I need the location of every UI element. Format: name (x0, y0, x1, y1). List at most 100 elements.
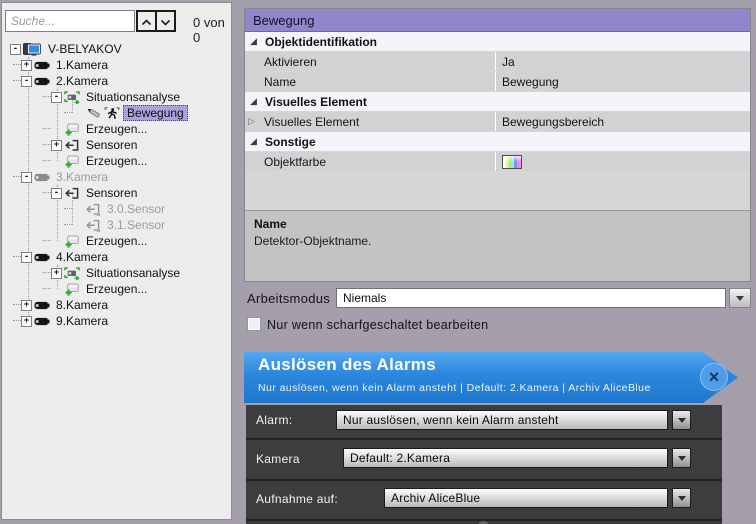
expander-minus[interactable]: - (51, 188, 62, 199)
category-sonstige[interactable]: ◢ Sonstige (245, 132, 750, 151)
armed-checkbox-label: Nur wenn scharfgeschaltet bearbeiten (267, 318, 488, 332)
search-prev-button[interactable] (136, 10, 157, 32)
tree-item-erzeugen-sensor-3[interactable]: Erzeugen... (2, 233, 231, 249)
kamera-dropdown-button[interactable] (672, 448, 691, 468)
property-value-aktivieren[interactable]: Ja (496, 52, 750, 71)
property-row-name[interactable]: Name Bewegung (245, 72, 750, 91)
dropdown-arrow-icon (736, 296, 744, 305)
sensor-red-dot-icon (85, 203, 101, 216)
create-plus-icon (64, 123, 80, 136)
camera-icon (34, 59, 50, 72)
camera-icon (34, 299, 50, 312)
tree-item-erzeugen-sensor-2[interactable]: Erzeugen... (2, 153, 231, 169)
alarm-banner-title: Auslösen des Alarms (258, 355, 436, 375)
property-description: Name Detektor-Objektname. (245, 210, 750, 281)
runner-icon (104, 107, 120, 120)
alarm-dropdown-button[interactable] (672, 410, 691, 430)
expander-minus[interactable]: - (10, 44, 21, 55)
tree-panel: 0 von 0 - V-BELYAKOV + 1.Kamera (1, 2, 232, 520)
expander-minus[interactable]: - (21, 252, 32, 263)
camera-icon (34, 251, 50, 264)
camera-icon (34, 171, 50, 184)
row-expand-icon[interactable]: ▷ (245, 117, 264, 127)
sensor-icon (64, 187, 80, 200)
tree-item-9-kamera[interactable]: + 9.Kamera (2, 313, 231, 329)
armed-checkbox[interactable] (247, 317, 261, 331)
aufnahme-row: Aufnahme auf: Archiv AliceBlue (246, 481, 722, 519)
search-next-button[interactable] (155, 10, 176, 32)
tree-item-2-kamera[interactable]: - 2.Kamera (2, 73, 231, 89)
tree-item-1-kamera[interactable]: + 1.Kamera (2, 57, 231, 73)
computer-icon (23, 43, 42, 56)
create-plus-icon (64, 235, 80, 248)
tree-item-3-0-sensor[interactable]: 3.0.Sensor (2, 201, 231, 217)
dropdown-arrow-icon (678, 456, 686, 465)
aufnahme-select[interactable]: Archiv AliceBlue (384, 488, 668, 508)
create-plus-icon (64, 155, 80, 168)
aufnahme-label: Aufnahme auf: (256, 492, 338, 506)
tree-item-3-kamera[interactable]: - 3.Kamera (2, 169, 231, 185)
kamera-select[interactable]: Default: 2.Kamera (343, 448, 668, 468)
expander-minus[interactable]: - (21, 172, 32, 183)
tree-item-8-kamera[interactable]: + 8.Kamera (2, 297, 231, 313)
expander-plus[interactable]: + (21, 300, 32, 311)
sensor-red-dot-icon (85, 219, 101, 232)
tree-item-4-kamera[interactable]: - 4.Kamera (2, 249, 231, 265)
chevron-down-icon (160, 14, 171, 29)
app-window: 0 von 0 - V-BELYAKOV + 1.Kamera (0, 0, 756, 524)
aufnahme-dropdown-button[interactable] (672, 488, 691, 508)
kamera-label: Kamera (256, 452, 300, 466)
category-collapse-icon[interactable]: ◢ (245, 37, 262, 47)
tree-item-sensoren-3[interactable]: - Sensoren (2, 185, 231, 201)
alarm-config-panel: Alarm: Nur auslösen, wenn kein Alarm ans… (246, 405, 722, 524)
selected-tree-label: Bewegung (123, 105, 188, 121)
expander-minus[interactable]: - (21, 76, 32, 87)
dropdown-arrow-icon (678, 418, 686, 427)
pencil-icon (85, 107, 101, 120)
chevron-up-icon (141, 14, 152, 29)
tree-item-3-1-sensor[interactable]: 3.1.Sensor (2, 217, 231, 233)
tree-item-bewegung[interactable]: Bewegung (2, 105, 231, 121)
category-collapse-icon[interactable]: ◢ (245, 137, 262, 147)
object-tree: - V-BELYAKOV + 1.Kamera - 2.Kamera - Si (2, 41, 231, 329)
expander-plus[interactable]: + (21, 316, 32, 327)
close-button[interactable]: × (700, 363, 728, 391)
expander-plus[interactable]: + (51, 140, 62, 151)
expander-minus[interactable]: - (51, 92, 62, 103)
description-title: Name (254, 217, 741, 231)
camera-icon (34, 315, 50, 328)
arbeitsmodus-label: Arbeitsmodus (247, 291, 330, 306)
arbeitsmodus-select[interactable]: Niemals (336, 288, 726, 308)
expander-plus[interactable]: + (21, 60, 32, 71)
color-gradient-swatch[interactable] (502, 155, 522, 169)
tree-item-erzeugen-4[interactable]: Erzeugen... (2, 281, 231, 297)
alarm-banner-subtitle: Nur auslösen, wenn kein Alarm ansteht | … (258, 382, 651, 394)
property-row-aktivieren[interactable]: Aktivieren Ja (245, 52, 750, 71)
category-visuelles-element[interactable]: ◢ Visuelles Element (245, 92, 750, 111)
property-row-visuelles-element[interactable]: ▷Visuelles Element Bewegungsbereich (245, 112, 750, 131)
kamera-row: Kamera Default: 2.Kamera (246, 440, 722, 479)
search-nav (136, 10, 176, 32)
property-value-name[interactable]: Bewegung (496, 72, 750, 91)
tree-item-erzeugen-detektor[interactable]: Erzeugen... (2, 121, 231, 137)
description-text: Detektor-Objektname. (254, 234, 741, 248)
sensor-icon (64, 139, 80, 152)
create-plus-icon (64, 283, 80, 296)
property-panel: Bewegung ◢ Objektidentifikation Aktivier… (244, 8, 751, 282)
alarm-select[interactable]: Nur auslösen, wenn kein Alarm ansteht (336, 410, 668, 430)
search-input[interactable] (5, 10, 135, 32)
property-row-objektfarbe[interactable]: Objektfarbe (245, 152, 750, 171)
tree-item-v-belyakov[interactable]: - V-BELYAKOV (2, 41, 231, 57)
property-value-visuelles-element[interactable]: Bewegungsbereich (496, 112, 750, 131)
situation-analysis-icon (64, 267, 80, 280)
property-panel-title: Bewegung (245, 9, 750, 32)
expander-plus[interactable]: + (51, 268, 62, 279)
tree-item-situationsanalyse-4[interactable]: + Situationsanalyse (2, 265, 231, 281)
arbeitsmodus-dropdown-button[interactable] (729, 288, 751, 308)
tree-item-situationsanalyse-2[interactable]: - Situationsanalyse (2, 89, 231, 105)
category-objektidentifikation[interactable]: ◢ Objektidentifikation (245, 32, 750, 51)
tree-item-sensoren-2[interactable]: + Sensoren (2, 137, 231, 153)
camera-icon (34, 75, 50, 88)
category-collapse-icon[interactable]: ◢ (245, 97, 262, 107)
alarm-banner: Auslösen des Alarms Nur auslösen, wenn k… (244, 352, 738, 403)
